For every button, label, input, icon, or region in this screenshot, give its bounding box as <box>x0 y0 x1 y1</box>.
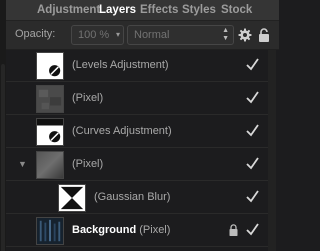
gaussian-blur-thumbnail <box>58 184 86 212</box>
blend-mode-value: Normal <box>134 29 170 41</box>
blend-mode-select[interactable]: Normal ▲ ▼ <box>127 25 234 45</box>
checkmark-icon[interactable] <box>246 124 259 137</box>
layer-name-bold: Background <box>72 224 137 236</box>
levels-adjustment-thumbnail <box>36 52 64 80</box>
checkmark-icon[interactable] <box>246 190 259 203</box>
pixel-thumbnail <box>36 151 64 179</box>
layer-row[interactable]: Background (Pixel) <box>6 215 272 247</box>
checkmark-icon[interactable] <box>246 58 259 71</box>
layer-name: (Curves Adjustment) <box>72 125 172 137</box>
tab-layers[interactable]: Layers <box>99 0 136 21</box>
layers-list: (Levels Adjustment) (Pixel) (Curves Adju… <box>6 50 279 251</box>
expand-triangle-icon[interactable]: ▼ <box>18 159 27 169</box>
layer-row[interactable]: (Curves Adjustment) <box>6 116 272 148</box>
layer-name: (Pixel) <box>72 158 104 170</box>
layer-name: Background (Pixel) <box>72 224 170 236</box>
tab-effects[interactable]: Effects <box>140 0 178 21</box>
checkmark-icon[interactable] <box>246 157 259 170</box>
checkmark-icon[interactable] <box>246 223 259 236</box>
tab-adjustment[interactable]: Adjustment <box>37 0 100 21</box>
studio-tab-bar: Adjustment Layers Effects Styles Stock <box>6 0 279 21</box>
tab-styles[interactable]: Styles <box>182 0 216 21</box>
layer-name: (Pixel) <box>72 92 104 104</box>
panel-grip[interactable] <box>1 64 5 251</box>
layer-row[interactable]: (Gaussian Blur) <box>6 182 272 214</box>
layer-type: (Pixel) <box>139 224 171 236</box>
layer-lock-icon[interactable] <box>229 224 238 236</box>
tab-stock[interactable]: Stock <box>221 0 252 21</box>
up-down-arrows-icon: ▲ ▼ <box>222 27 229 42</box>
curves-adjustment-thumbnail <box>36 118 64 146</box>
layers-scrollbar[interactable] <box>268 50 276 251</box>
opacity-value: 100 % <box>78 29 110 41</box>
background-thumbnail <box>36 217 64 245</box>
gear-icon[interactable] <box>238 28 252 42</box>
pixel-thumbnail <box>36 85 64 113</box>
opacity-label: Opacity: <box>15 28 56 40</box>
chevron-down-icon: ▾ <box>115 30 120 39</box>
layer-row[interactable]: ▼ (Pixel) <box>6 149 272 181</box>
layer-row[interactable]: (Levels Adjustment) <box>6 50 272 82</box>
opacity-combo[interactable]: 100 % ▾ <box>71 25 124 45</box>
checkmark-icon[interactable] <box>246 91 259 104</box>
layer-row[interactable]: (Pixel) <box>6 83 272 115</box>
layer-name: (Levels Adjustment) <box>72 59 169 71</box>
lock-icon[interactable] <box>258 28 270 42</box>
layer-name: (Gaussian Blur) <box>94 191 171 203</box>
